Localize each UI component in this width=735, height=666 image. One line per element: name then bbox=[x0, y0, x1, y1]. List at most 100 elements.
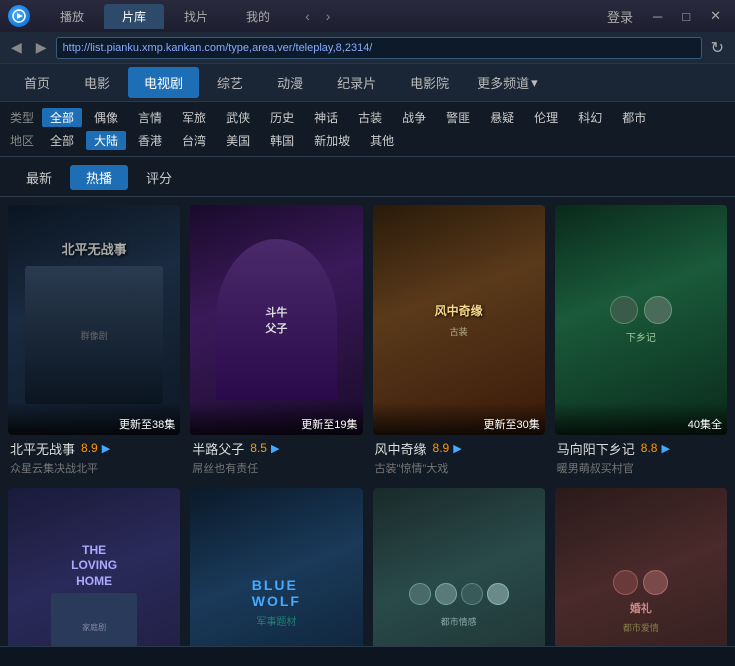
card-5[interactable]: THELOVINGHOME 家庭剧 把爱带回家 bbox=[8, 488, 180, 646]
card-7[interactable]: 都市情感 第三种爱情 bbox=[373, 488, 545, 646]
app-logo bbox=[8, 5, 30, 27]
login-button[interactable]: 登录 bbox=[601, 5, 639, 28]
card-2-info: 半路父子 8.5 ▶ 屌丝也有责任 bbox=[190, 435, 362, 478]
status-bar bbox=[0, 646, 735, 666]
card-4-play[interactable]: ▶ bbox=[661, 442, 669, 455]
region-tag-mainland[interactable]: 大陆 bbox=[86, 131, 126, 150]
card-1-badge: 更新至38集 bbox=[8, 402, 180, 435]
card-4-score: 8.8 bbox=[641, 441, 658, 455]
nav-tvshow[interactable]: 电视剧 bbox=[128, 67, 199, 98]
card-2-play[interactable]: ▶ bbox=[271, 442, 279, 455]
card-6[interactable]: BLUEWOLF 军事题材 蓝狼 bbox=[190, 488, 362, 646]
type-tag-military[interactable]: 军旅 bbox=[174, 108, 214, 127]
title-tabs: 播放 片库 找片 我的 bbox=[42, 4, 288, 29]
card-1-thumb: 北平无战事 群像剧 更新至38集 bbox=[8, 205, 180, 435]
url-text: http://list.pianku.xmp.kankan.com/type,a… bbox=[63, 42, 373, 54]
card-3-info: 风中奇缘 8.9 ▶ 古装"惊情"大戏 bbox=[373, 435, 545, 478]
type-tag-crime[interactable]: 警匪 bbox=[438, 108, 478, 127]
card-1-score: 8.9 bbox=[81, 441, 98, 455]
nav-next-arrow[interactable]: › bbox=[321, 6, 336, 26]
card-2-title: 半路父子 bbox=[192, 439, 244, 458]
main-nav: 首页 电影 电视剧 综艺 动漫 纪录片 电影院 更多频道 ▾ bbox=[0, 64, 735, 102]
type-tag-urban[interactable]: 都市 bbox=[614, 108, 654, 127]
card-3-thumb: 风中奇缘 古装 更新至30集 bbox=[373, 205, 545, 435]
nav-documentary[interactable]: 纪录片 bbox=[321, 67, 392, 98]
card-1-info: 北平无战事 8.9 ▶ 众星云集决战北平 bbox=[8, 435, 180, 478]
sort-score[interactable]: 评分 bbox=[130, 165, 188, 190]
nav-bar: ◀ ▶ http://list.pianku.xmp.kankan.com/ty… bbox=[0, 32, 735, 64]
region-tag-all[interactable]: 全部 bbox=[42, 131, 82, 150]
address-bar[interactable]: http://list.pianku.xmp.kankan.com/type,a… bbox=[56, 37, 702, 59]
card-4[interactable]: 下乡记 40集全 马向阳下乡记 8.8 ▶ 暖男萌叔买村官 bbox=[555, 205, 727, 478]
region-tag-us[interactable]: 美国 bbox=[218, 131, 258, 150]
type-tag-ethics[interactable]: 伦理 bbox=[526, 108, 566, 127]
region-filter-row: 地区 全部 大陆 香港 台湾 美国 韩国 新加坡 其他 bbox=[10, 131, 725, 150]
card-3-title: 风中奇缘 bbox=[375, 439, 427, 458]
card-4-thumb: 下乡记 40集全 bbox=[555, 205, 727, 435]
content-area: 北平无战事 群像剧 更新至38集 北平无战事 8.9 ▶ 众星云集决战北平 bbox=[0, 197, 735, 646]
card-7-thumb: 都市情感 bbox=[373, 488, 545, 646]
card-1-play[interactable]: ▶ bbox=[102, 442, 110, 455]
region-tag-tw[interactable]: 台湾 bbox=[174, 131, 214, 150]
nav-variety[interactable]: 综艺 bbox=[201, 67, 259, 98]
nav-home[interactable]: 首页 bbox=[8, 67, 66, 98]
title-bar-left: 播放 片库 找片 我的 ‹ › bbox=[8, 4, 335, 29]
card-8[interactable]: 婚礼 都市爱情 婚礼 bbox=[555, 488, 727, 646]
nav-anime[interactable]: 动漫 bbox=[261, 67, 319, 98]
card-3-score: 8.9 bbox=[433, 441, 450, 455]
type-tag-costume[interactable]: 古装 bbox=[350, 108, 390, 127]
type-tag-scifi[interactable]: 科幻 bbox=[570, 108, 610, 127]
tab-find[interactable]: 找片 bbox=[166, 4, 226, 29]
tab-play[interactable]: 播放 bbox=[42, 4, 102, 29]
back-button[interactable]: ◀ bbox=[6, 37, 27, 58]
region-tag-sg[interactable]: 新加坡 bbox=[306, 131, 358, 150]
card-2[interactable]: 斗牛父子 更新至19集 半路父子 8.5 ▶ 屌丝也有责任 bbox=[190, 205, 362, 478]
sort-tabs: 最新 热播 评分 bbox=[0, 157, 735, 197]
region-tag-other[interactable]: 其他 bbox=[362, 131, 402, 150]
type-tag-all[interactable]: 全部 bbox=[42, 108, 82, 127]
card-2-score: 8.5 bbox=[250, 441, 267, 455]
tab-library[interactable]: 片库 bbox=[104, 4, 164, 29]
filter-area: 类型 全部 偶像 言情 军旅 武侠 历史 神话 古装 战争 警匪 悬疑 伦理 科… bbox=[0, 102, 735, 157]
card-1-title: 北平无战事 bbox=[10, 439, 75, 458]
card-4-desc: 暖男萌叔买村官 bbox=[557, 460, 725, 476]
type-tag-idol[interactable]: 偶像 bbox=[86, 108, 126, 127]
nav-movie[interactable]: 电影 bbox=[68, 67, 126, 98]
maximize-button[interactable]: □ bbox=[676, 7, 696, 26]
card-3[interactable]: 风中奇缘 古装 更新至30集 风中奇缘 8.9 ▶ 古装"惊情"大戏 bbox=[373, 205, 545, 478]
type-tag-myth[interactable]: 神话 bbox=[306, 108, 346, 127]
type-tag-romance[interactable]: 言情 bbox=[130, 108, 170, 127]
tab-mine[interactable]: 我的 bbox=[228, 4, 288, 29]
nav-more[interactable]: 更多频道 ▾ bbox=[467, 67, 548, 98]
card-2-desc: 屌丝也有责任 bbox=[192, 460, 360, 476]
card-1[interactable]: 北平无战事 群像剧 更新至38集 北平无战事 8.9 ▶ 众星云集决战北平 bbox=[8, 205, 180, 478]
card-6-thumb: BLUEWOLF 军事题材 bbox=[190, 488, 362, 646]
region-label: 地区 bbox=[10, 132, 38, 149]
type-label: 类型 bbox=[10, 109, 38, 126]
region-tag-kr[interactable]: 韩国 bbox=[262, 131, 302, 150]
card-2-badge: 更新至19集 bbox=[190, 402, 362, 435]
title-bar: 播放 片库 找片 我的 ‹ › 登录 ─ □ ✕ bbox=[0, 0, 735, 32]
type-tag-suspense[interactable]: 悬疑 bbox=[482, 108, 522, 127]
card-5-thumb: THELOVINGHOME 家庭剧 bbox=[8, 488, 180, 646]
title-bar-right: 登录 ─ □ ✕ bbox=[601, 5, 727, 28]
region-tag-hk[interactable]: 香港 bbox=[130, 131, 170, 150]
card-3-desc: 古装"惊情"大戏 bbox=[375, 460, 543, 476]
type-tag-wuxia[interactable]: 武侠 bbox=[218, 108, 258, 127]
minimize-button[interactable]: ─ bbox=[647, 7, 668, 26]
card-4-title: 马向阳下乡记 bbox=[557, 439, 635, 458]
card-3-play[interactable]: ▶ bbox=[453, 442, 461, 455]
nav-cinema[interactable]: 电影院 bbox=[394, 67, 465, 98]
card-grid: 北平无战事 群像剧 更新至38集 北平无战事 8.9 ▶ 众星云集决战北平 bbox=[8, 205, 727, 646]
sort-hot[interactable]: 热播 bbox=[70, 165, 128, 190]
forward-button[interactable]: ▶ bbox=[31, 37, 52, 58]
card-2-thumb: 斗牛父子 更新至19集 bbox=[190, 205, 362, 435]
nav-prev-arrow[interactable]: ‹ bbox=[300, 6, 315, 26]
sort-newest[interactable]: 最新 bbox=[10, 165, 68, 190]
type-tag-war[interactable]: 战争 bbox=[394, 108, 434, 127]
close-button[interactable]: ✕ bbox=[704, 6, 727, 26]
refresh-button[interactable]: ↻ bbox=[706, 36, 729, 60]
type-filter-row: 类型 全部 偶像 言情 军旅 武侠 历史 神话 古装 战争 警匪 悬疑 伦理 科… bbox=[10, 108, 725, 127]
card-4-info: 马向阳下乡记 8.8 ▶ 暖男萌叔买村官 bbox=[555, 435, 727, 478]
type-tag-history[interactable]: 历史 bbox=[262, 108, 302, 127]
